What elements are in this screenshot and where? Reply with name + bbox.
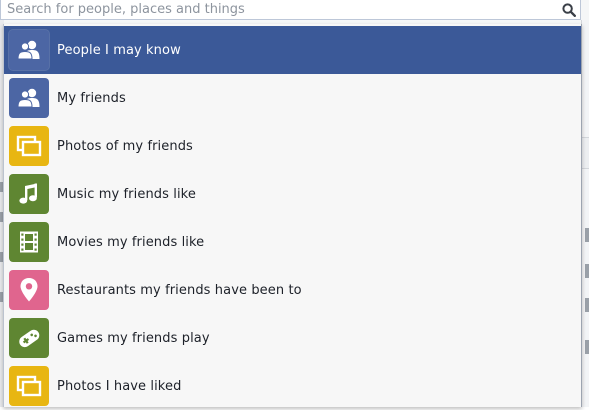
gamepad-icon [9,318,49,358]
background-right-mark [585,340,589,354]
suggestion-label: Restaurants my friends have been to [57,282,302,298]
photos-icon [9,366,49,406]
background-right-mark [585,228,589,242]
suggestion-movies-my-friends-like[interactable]: Movies my friends like [4,218,581,266]
suggestion-restaurants-my-friends-have-been-to[interactable]: Restaurants my friends have been to [4,266,581,314]
people-icon [9,78,49,118]
map-pin-icon [9,270,49,310]
suggestion-games-my-friends-play[interactable]: Games my friends play [4,314,581,362]
suggestion-label: Music my friends like [57,186,196,202]
background-right-band [582,137,589,169]
photos-icon [9,126,49,166]
suggestion-label: People I may know [57,42,181,58]
suggestion-label: Games my friends play [57,330,210,346]
suggestion-label: Photos of my friends [57,138,193,154]
search-input[interactable] [7,0,547,19]
suggestion-photos-of-my-friends[interactable]: Photos of my friends [4,122,581,170]
background-right-mark [585,264,589,278]
suggestion-label: My friends [57,90,126,106]
suggestion-my-friends[interactable]: My friends [4,74,581,122]
background-right-mark [585,298,589,312]
people-icon [9,30,49,70]
search-icon [562,2,576,17]
suggestion-people-i-may-know[interactable]: People I may know [4,26,581,74]
search-button[interactable] [557,0,581,19]
suggestion-label: Movies my friends like [57,234,205,250]
suggestion-music-my-friends-like[interactable]: Music my friends like [4,170,581,218]
search-suggestions-dropdown: People I may know My friends Photos of m… [3,24,582,407]
suggestion-label: Photos I have liked [57,378,182,394]
film-strip-icon [9,222,49,262]
search-bar [0,0,581,20]
music-note-icon [9,174,49,214]
suggestion-photos-i-have-liked[interactable]: Photos I have liked [4,362,581,410]
